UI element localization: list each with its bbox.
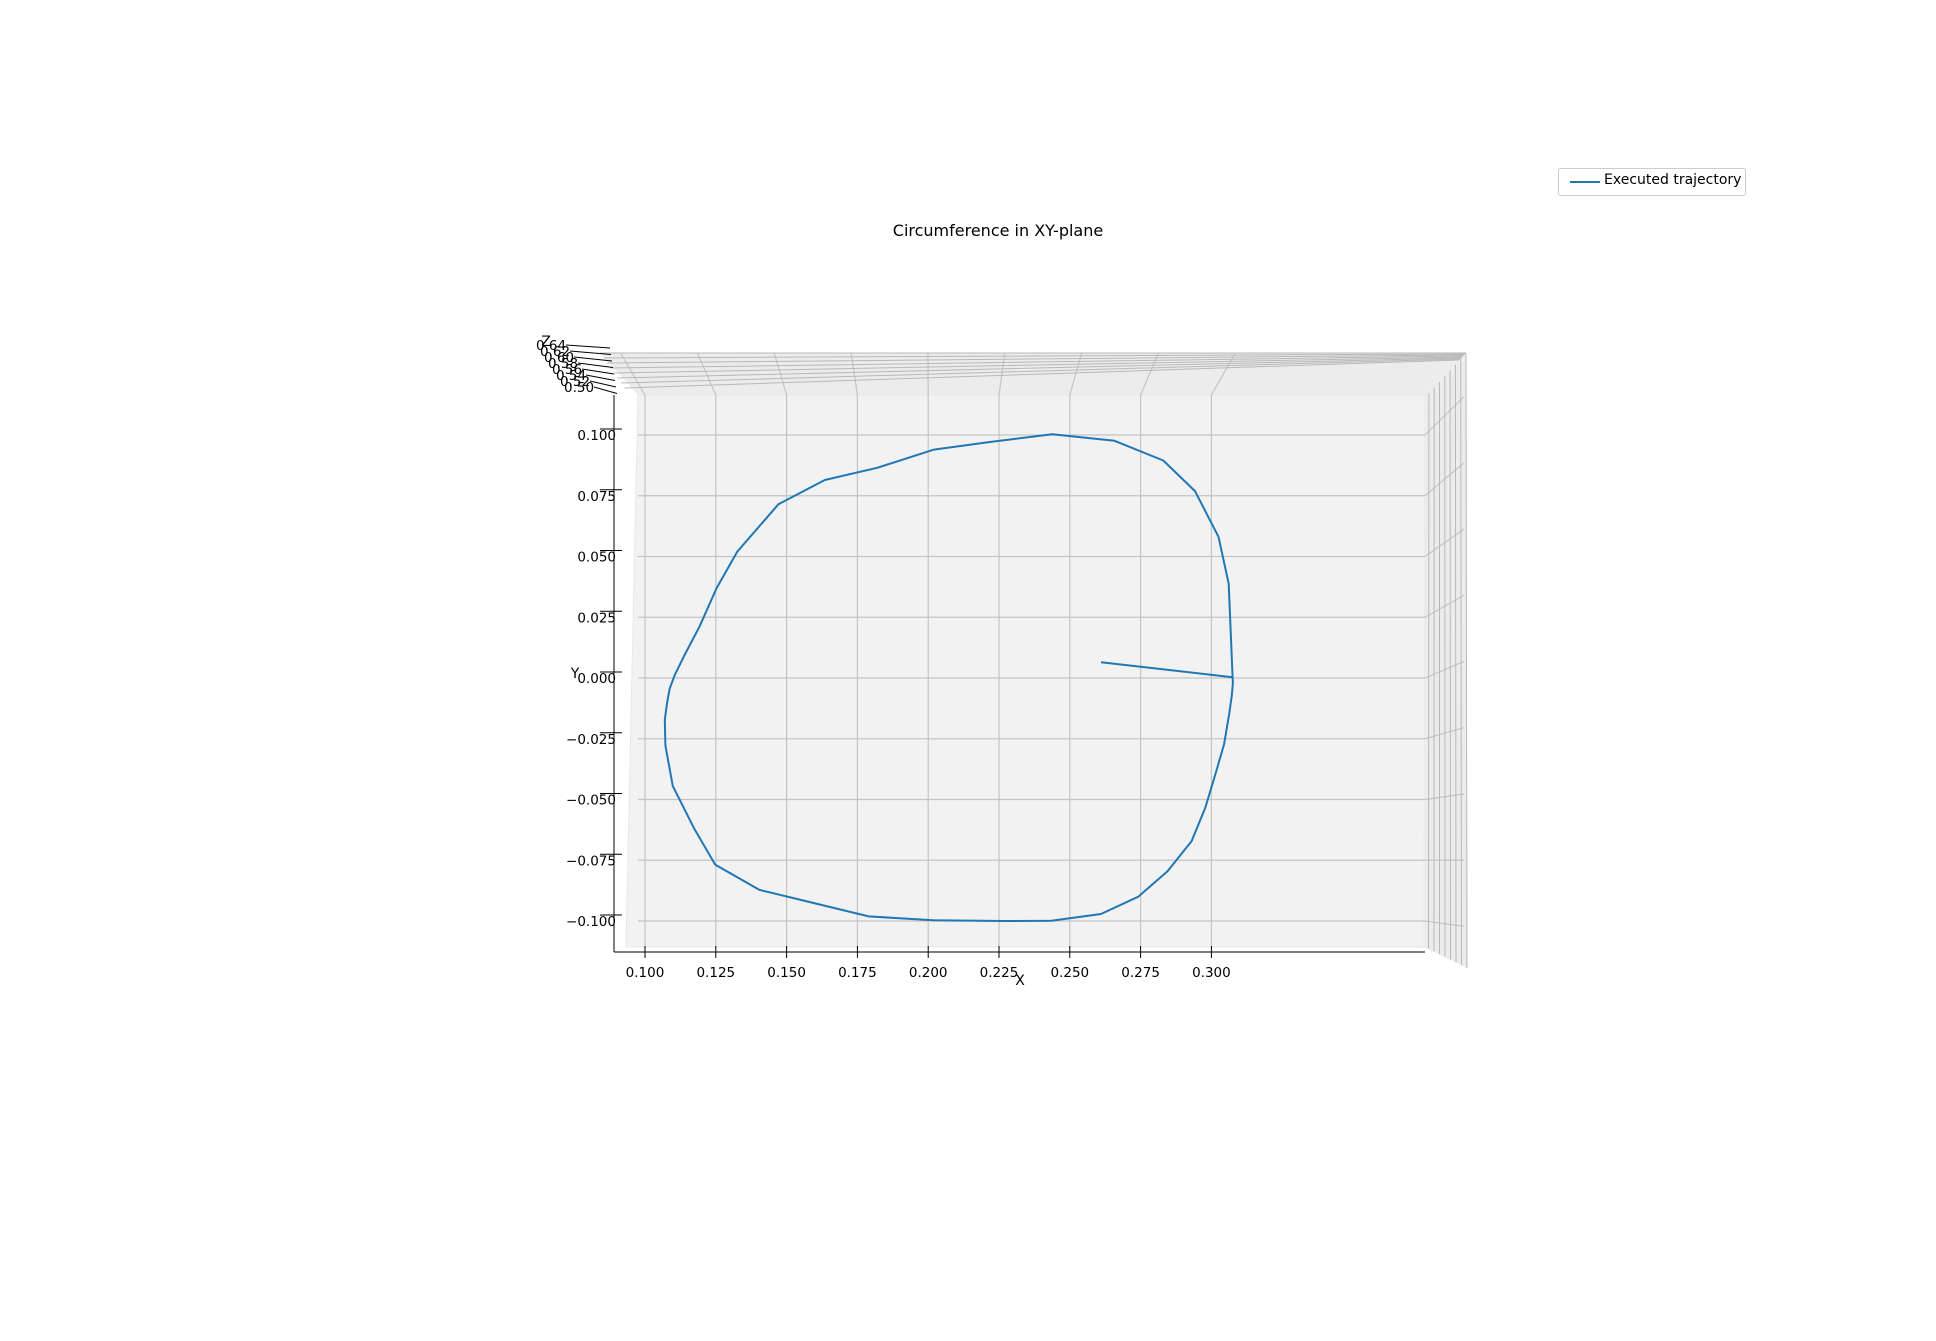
x-tick-label: 0.100 [626,965,665,981]
legend-line-swatch [1570,181,1600,183]
y-tick-label: −0.075 [566,853,616,869]
y-axis-label: Y [570,666,580,682]
legend: Executed trajectory [1558,168,1746,196]
x-tick-label: 0.275 [1121,965,1160,981]
y-tick-label: 0.100 [577,428,616,444]
x-tick-label: 0.175 [838,965,877,981]
xy-pane [625,394,1426,948]
y-tick-label: 0.000 [577,671,616,687]
z-tick [577,362,614,368]
x-tick-label: 0.200 [909,965,948,981]
y-tick-label: −0.100 [566,914,616,930]
x-tick-label: 0.300 [1192,965,1231,981]
z-axis-label: Z [541,334,551,350]
x-tick-label: 0.125 [696,965,735,981]
y-tick-label: −0.050 [566,793,616,809]
x-tick-label: 0.250 [1050,965,1089,981]
chart-figure: 0.100 0.125 0.150 0.175 0.200 0.225 0.250 0.275… [536,334,1468,989]
z-tick [565,344,611,349]
x-tick-label: 0.150 [767,965,806,981]
z-tick [593,386,618,394]
x-tick-label: 0.225 [980,965,1019,981]
y-tick-label: 0.050 [577,550,616,566]
y-tick-label: 0.075 [577,489,616,505]
x-axis-label: X [1015,973,1025,989]
legend-label: Executed trajectory [1604,172,1742,188]
y-tick-label: 0.025 [577,610,616,626]
y-tick-label: −0.025 [566,732,616,748]
z-tick-label: 0.50 [564,380,594,396]
z-layer-side-edge [1454,364,1457,963]
